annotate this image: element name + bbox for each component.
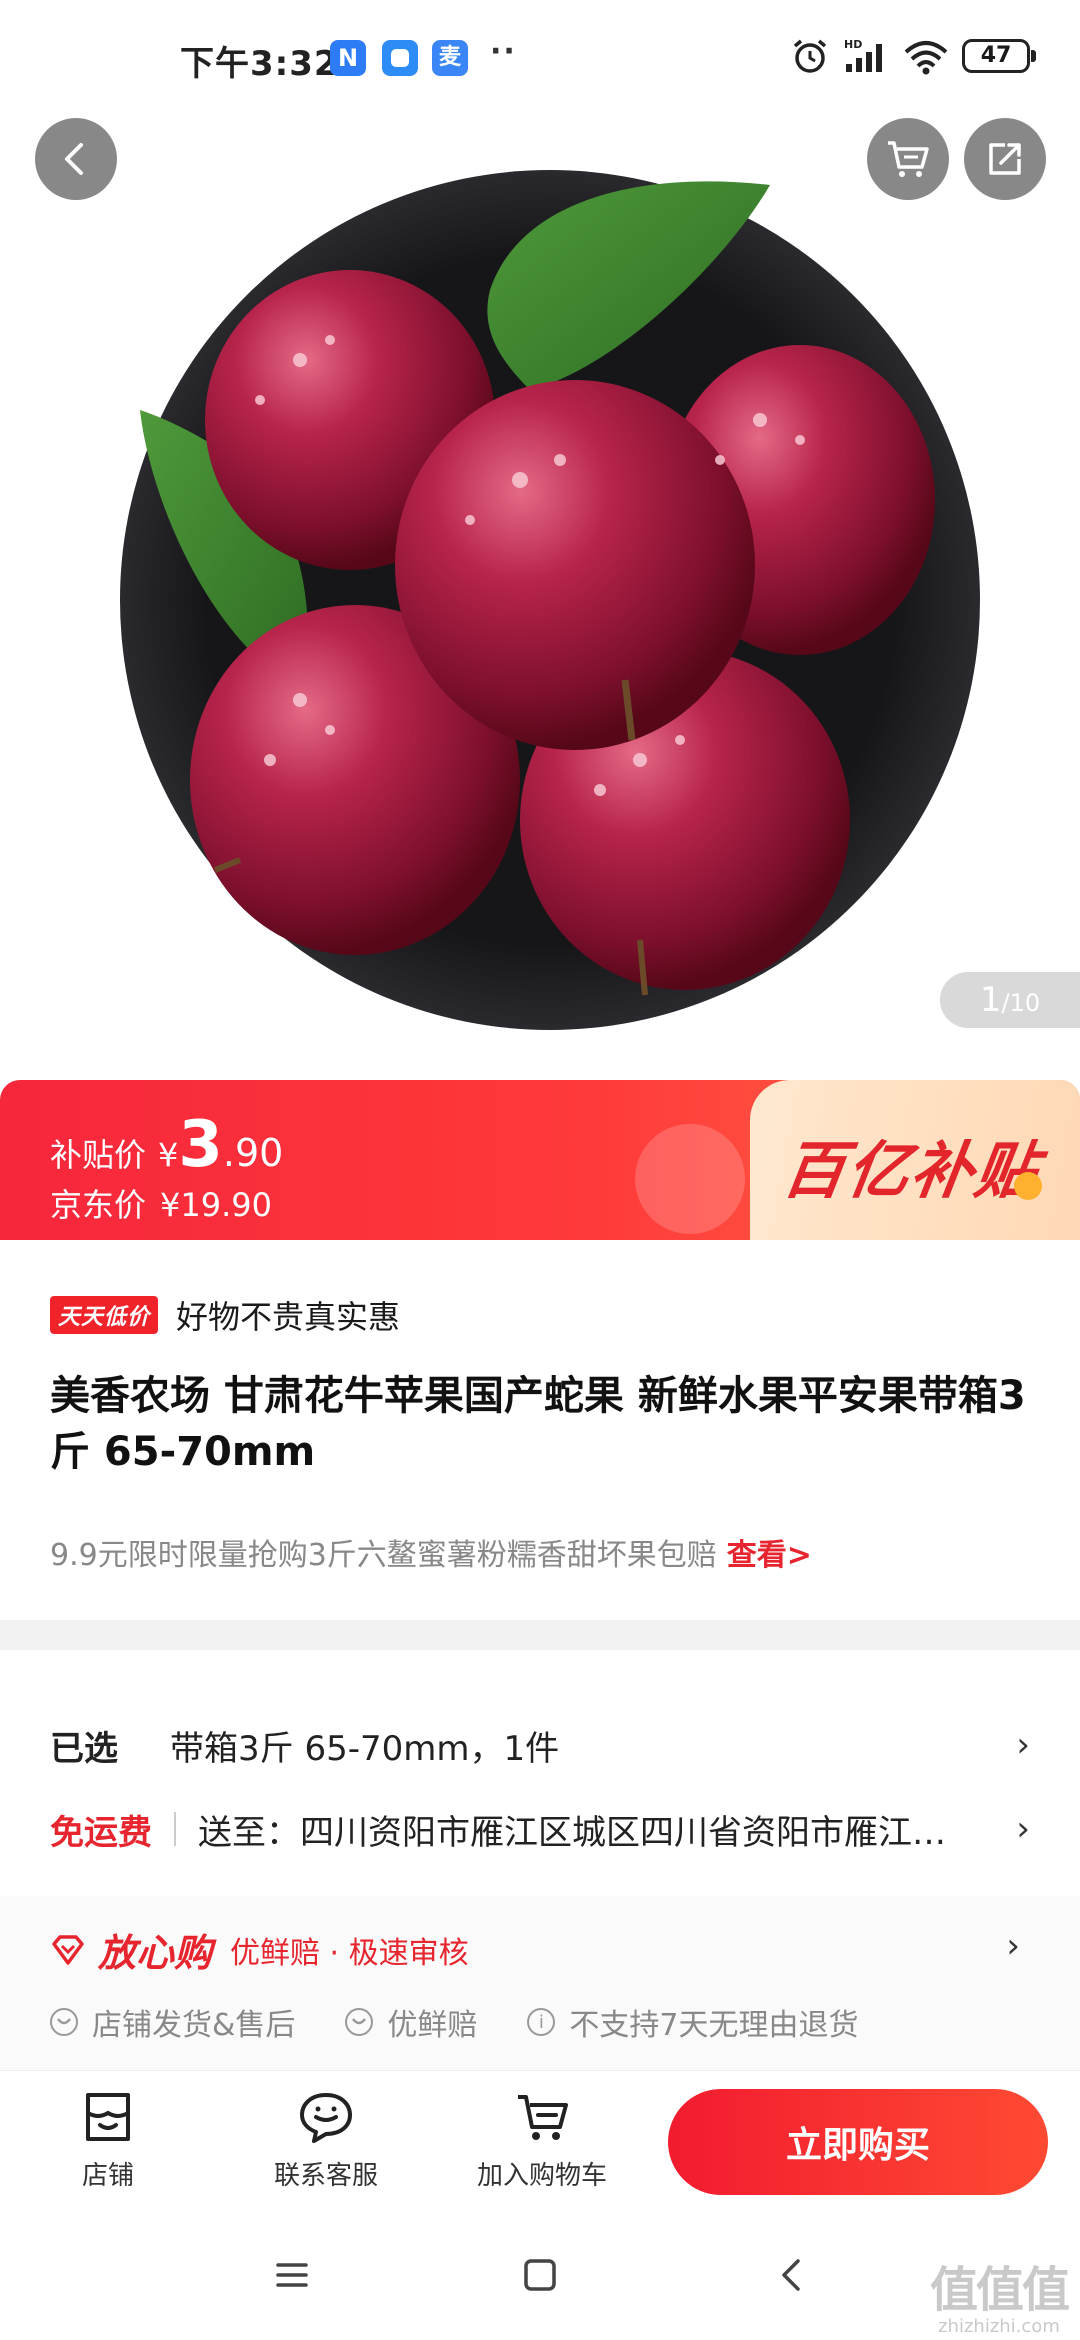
cart-button[interactable] xyxy=(867,118,949,200)
smile-icon xyxy=(345,2008,374,2036)
image-page-indicator: 1/10 xyxy=(940,972,1080,1028)
coin-icon xyxy=(1014,1172,1042,1200)
customer-service-button[interactable]: 联系客服 xyxy=(236,2089,416,2192)
selected-spec-row[interactable]: 已选 带箱3斤 65-70mm，1件 › xyxy=(50,1710,1040,1780)
watermark-logo: 值值值 xyxy=(929,2262,1070,2318)
free-shipping-label: 免运费 xyxy=(50,1812,152,1853)
bottom-action-bar: 店铺 联系客服 加入购物车 立即购买 xyxy=(0,2070,1080,2210)
menu-icon[interactable] xyxy=(272,2255,312,2295)
share-button[interactable] xyxy=(964,118,1046,200)
watermark: 值值值 zhizhizhi.com xyxy=(929,2250,1070,2337)
delivery-address: 送至：四川资阳市雁江区城区四川省资阳市雁江… xyxy=(198,1812,946,1853)
status-time: 下午3:32 xyxy=(180,44,339,84)
diamond-heart-icon xyxy=(52,1934,84,1965)
back-button[interactable] xyxy=(35,118,117,200)
jd-price-value: ¥19.90 xyxy=(160,1186,272,1224)
assurance-item: i 不支持7天无理由退货 xyxy=(527,2000,859,2044)
add-to-cart-button[interactable]: 加入购物车 xyxy=(452,2089,632,2192)
chevron-right-icon: › xyxy=(1016,1809,1030,1849)
alarm-icon xyxy=(793,39,827,73)
divider xyxy=(174,1812,176,1846)
price-banner: 补贴价 ¥3.90 京东价 ¥19.90 百亿补贴 xyxy=(0,1080,1080,1240)
home-icon[interactable] xyxy=(520,2255,560,2295)
product-tagline: 好物不贵真实惠 xyxy=(176,1298,401,1336)
selected-value: 带箱3斤 65-70mm，1件 xyxy=(170,1728,560,1769)
shop-label: 店铺 xyxy=(81,2161,134,2191)
system-nav-bar xyxy=(0,2210,1080,2340)
watermark-url: zhizhizhi.com xyxy=(938,2316,1060,2337)
page-current: 1 xyxy=(979,980,1002,1020)
svg-text:HD: HD xyxy=(844,38,862,51)
jd-price-label: 京东价 xyxy=(50,1186,147,1224)
assurance-title: 放心购 xyxy=(98,1931,213,1975)
promo-line[interactable]: 9.9元限时限量抢购3斤六鳌蜜薯粉糯香甜坏果包赔 查看> xyxy=(50,1530,812,1574)
share-icon xyxy=(989,143,1021,175)
section-divider xyxy=(0,1620,1080,1650)
selected-label: 已选 xyxy=(50,1728,118,1769)
product-title: 美香农场 甘肃花牛苹果国产蛇果 新鲜水果平安果带箱3斤 65-70mm xyxy=(50,1373,1026,1475)
back-nav-icon[interactable] xyxy=(772,2255,812,2295)
product-info: 天天低价 好物不贵真实惠 美香农场 甘肃花牛苹果国产蛇果 新鲜水果平安果带箱3斤… xyxy=(0,1240,1080,1620)
square-app-icon xyxy=(382,40,418,76)
chevron-left-icon xyxy=(65,143,83,175)
jd-price: 京东价 ¥19.90 xyxy=(50,1180,272,1226)
chevron-right-icon: › xyxy=(1006,1926,1020,1966)
more-notifications-icon: ·· xyxy=(490,34,517,69)
add-to-cart-label: 加入购物车 xyxy=(476,2161,607,2191)
assurance-subtitle: 优鲜赔 · 极速审核 xyxy=(230,1935,469,1971)
battery-indicator: 47 xyxy=(962,39,1036,73)
promo-view-link[interactable]: 查看> xyxy=(727,1538,812,1573)
chevron-right-icon: › xyxy=(1016,1725,1030,1765)
wifi-icon xyxy=(904,41,948,75)
cart-icon xyxy=(518,2095,568,2140)
selection-card: 已选 带箱3斤 65-70mm，1件 › 免运费 送至：四川资阳市雁江区城区四川… xyxy=(0,1650,1080,2070)
mai-app-icon: 麦 xyxy=(432,40,468,76)
chat-icon xyxy=(300,2093,352,2143)
signal-icon: HD xyxy=(844,38,882,72)
subsidy-price-label: 补贴价 xyxy=(50,1136,147,1174)
assurance-item: 优鲜赔 xyxy=(345,2000,477,2044)
info-icon: i xyxy=(527,2008,556,2036)
assurance-section[interactable]: 放心购 优鲜赔 · 极速审核 › 店铺发货&售后 优鲜赔 i 不支持7天无理由退… xyxy=(0,1896,1080,2070)
money-bag-icon xyxy=(635,1124,745,1234)
shop-button[interactable]: 店铺 xyxy=(18,2089,198,2192)
shipping-row[interactable]: 免运费 送至：四川资阳市雁江区城区四川省资阳市雁江… › xyxy=(50,1794,1040,1864)
daily-low-price-badge: 天天低价 xyxy=(50,1296,159,1334)
page-total: /10 xyxy=(1001,989,1041,1017)
promo-text: 9.9元限时限量抢购3斤六鳌蜜薯粉糯香甜坏果包赔 xyxy=(50,1538,717,1573)
subsidy-logo: 百亿补贴 xyxy=(778,1134,1045,1207)
smile-icon xyxy=(50,2008,78,2036)
cart-icon xyxy=(888,141,929,177)
status-bar: 下午3:32 N 麦 ·· HD 47 xyxy=(0,0,1080,110)
shop-icon xyxy=(86,2093,130,2141)
subsidy-price-value: ¥3.90 xyxy=(158,1108,284,1182)
customer-service-label: 联系客服 xyxy=(273,2161,378,2191)
subsidy-logo-area: 百亿补贴 xyxy=(750,1080,1080,1240)
subsidy-price: 补贴价 ¥3.90 xyxy=(50,1108,283,1182)
assurance-item: 店铺发货&售后 xyxy=(50,2000,295,2044)
buy-now-button[interactable]: 立即购买 xyxy=(668,2089,1048,2195)
n-app-icon: N xyxy=(330,40,366,76)
